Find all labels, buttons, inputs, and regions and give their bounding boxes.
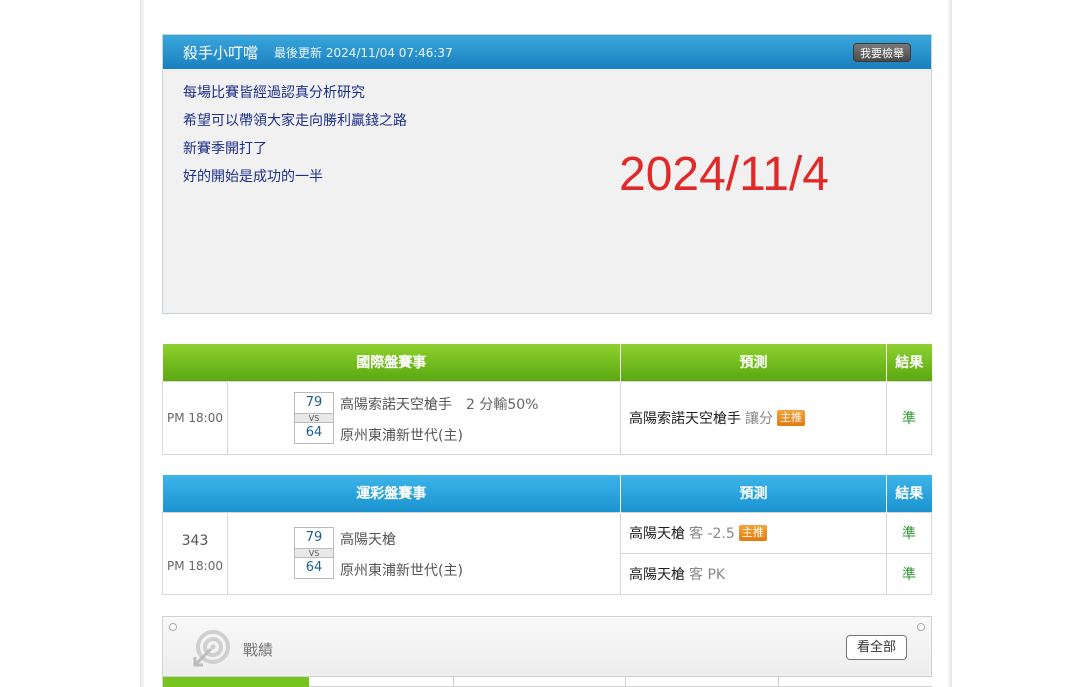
team-away: 高陽索諾天空槍手 2 分輸50% <box>340 394 538 414</box>
record-tab-bar <box>163 676 933 687</box>
header-match: 國際盤賽事 <box>162 344 621 381</box>
result-cell: 準 <box>886 511 932 554</box>
header-result: 結果 <box>886 475 932 512</box>
header-result: 結果 <box>886 344 932 381</box>
score-home: 64 <box>305 560 323 575</box>
international-match-table: 國際盤賽事 預測 結果 PM 18:00 79 VS 64 高陽索諾天空槍手 2 … <box>162 344 932 455</box>
prediction-type: 客 PK <box>689 566 726 583</box>
main-pick-badge: 主推 <box>738 524 767 541</box>
match-number: 343 <box>181 533 209 549</box>
record-panel: 戰績 看全部 <box>162 616 933 687</box>
team-away-name[interactable]: 高陽索諾天空槍手 <box>340 397 452 413</box>
column-shadow-left <box>140 0 144 687</box>
target-icon <box>193 630 230 667</box>
team-away[interactable]: 高陽天槍 <box>340 529 396 549</box>
score-away: 79 <box>305 395 323 410</box>
prediction-team: 高陽索諾天空槍手 <box>629 410 741 427</box>
header-prediction: 預測 <box>620 344 887 381</box>
prediction-cell: 高陽天槍客 PK <box>620 552 887 595</box>
tab-separator <box>625 677 626 687</box>
table-row: PM 18:00 79 VS 64 高陽索諾天空槍手 2 分輸50% 原州東浦新世… <box>162 380 932 455</box>
message-line: 希望可以帶領大家走向勝利贏錢之路 <box>183 113 407 129</box>
expert-header: 殺手小叮噹 最後更新 2024/11/04 07:46:37 我要檢舉 <box>163 35 931 69</box>
view-all-button[interactable]: 看全部 <box>845 635 907 660</box>
match-time: 343 PM 18:00 <box>162 511 228 595</box>
score-home: 64 <box>305 425 323 440</box>
main-pick-badge: 主推 <box>777 409 805 426</box>
prediction-team: 高陽天槍 <box>629 566 685 583</box>
score-away: 79 <box>305 530 323 545</box>
prediction-type: 讓分 <box>745 410 773 427</box>
corner-dot <box>917 623 925 631</box>
team-home[interactable]: 原州東浦新世代(主) <box>340 425 463 445</box>
match-teams: 79 VS 64 高陽索諾天空槍手 2 分輸50% 原州東浦新世代(主) <box>227 380 621 455</box>
expert-panel: 殺手小叮噹 最後更新 2024/11/04 07:46:37 我要檢舉 每場比賽… <box>162 34 932 314</box>
match-time: PM 18:00 <box>162 380 228 455</box>
record-tab-active[interactable] <box>163 677 309 687</box>
corner-dot <box>169 623 177 631</box>
record-title: 戰績 <box>243 641 274 659</box>
handicap-result: 2 分輸50% <box>466 397 539 413</box>
prediction-cell: 高陽天槍客 -2.5 主推 <box>620 511 887 554</box>
table-header-row: 運彩盤賽事 預測 結果 <box>162 475 932 512</box>
score-box: 79 VS 64 <box>294 527 334 579</box>
header-prediction: 預測 <box>620 475 887 512</box>
result-cell: 準 <box>886 380 932 455</box>
score-box: 79 VS 64 <box>294 392 334 444</box>
prediction-cell: 高陽索諾天空槍手 讓分 主推 <box>620 380 887 455</box>
match-time-text: PM 18:00 <box>167 559 223 573</box>
team-home[interactable]: 原州東浦新世代(主) <box>340 560 463 580</box>
prediction-type: 客 -2.5 <box>689 525 735 542</box>
vs-label: VS <box>295 548 333 558</box>
vs-label: VS <box>295 413 333 423</box>
page: 殺手小叮噹 最後更新 2024/11/04 07:46:37 我要檢舉 每場比賽… <box>0 0 1078 687</box>
big-date-text: 2024/11/4 <box>619 148 829 201</box>
prediction-team: 高陽天槍 <box>629 525 685 542</box>
match-time-text: PM 18:00 <box>167 410 223 425</box>
tab-separator <box>778 677 779 687</box>
header-match: 運彩盤賽事 <box>162 475 621 512</box>
last-updated: 最後更新 2024/11/04 07:46:37 <box>274 45 453 60</box>
message-line: 每場比賽皆經過認真分析研究 <box>183 85 365 101</box>
report-button[interactable]: 我要檢舉 <box>853 43 911 62</box>
expert-name[interactable]: 殺手小叮噹 <box>183 42 258 63</box>
tab-separator <box>453 677 454 687</box>
table-header-row: 國際盤賽事 預測 結果 <box>162 344 932 381</box>
expert-message: 每場比賽皆經過認真分析研究 希望可以帶領大家走向勝利贏錢之路 新賽季開打了 好的… <box>163 69 931 313</box>
result-cell: 準 <box>886 552 932 595</box>
column-shadow-right <box>948 0 952 687</box>
match-teams: 79 VS 64 高陽天槍 原州東浦新世代(主) <box>227 511 621 595</box>
lottery-match-table: 運彩盤賽事 預測 結果 343 PM 18:00 79 VS 64 高陽天槍 原… <box>162 475 932 595</box>
table-row: 343 PM 18:00 79 VS 64 高陽天槍 原州東浦新世代(主) 高陽… <box>162 511 932 595</box>
